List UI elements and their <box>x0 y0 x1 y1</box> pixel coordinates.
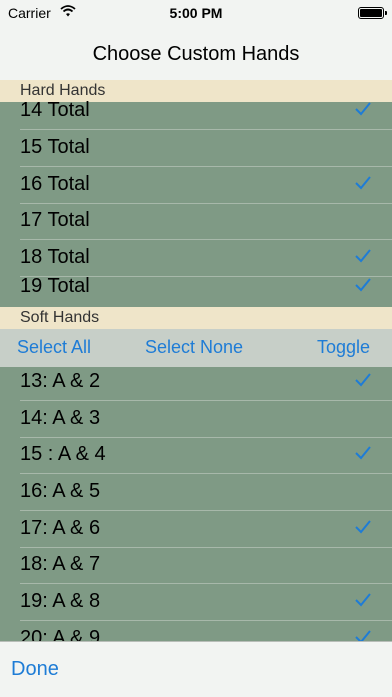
bottom-toolbar: Done <box>0 641 392 697</box>
select-none-button[interactable]: Select None <box>145 337 243 358</box>
row-separator <box>20 239 392 240</box>
hand-row-label: 17 Total <box>20 209 90 231</box>
checkmark-icon <box>355 176 371 190</box>
row-separator <box>20 400 392 401</box>
checkmark-icon <box>355 630 371 641</box>
section-header-label: Soft Hands <box>20 309 100 326</box>
hand-row-label: 18: A & 7 <box>20 553 101 575</box>
checkmark-icon <box>355 249 371 263</box>
checkmark-icon <box>355 520 371 534</box>
hand-row-16-total[interactable]: 16 Total <box>0 168 392 204</box>
row-separator <box>20 166 392 167</box>
hand-row-a-4[interactable]: 15 : A & 4 <box>0 438 392 474</box>
hand-row-label: 13: A & 2 <box>20 370 101 392</box>
status-time: 5:00 PM <box>169 5 223 21</box>
hand-row-label: 14 Total <box>20 99 90 121</box>
row-separator <box>20 129 392 130</box>
hand-row-a-7[interactable]: 18: A & 7 <box>0 548 392 584</box>
hand-row-a-8[interactable]: 19: A & 8 <box>0 585 392 621</box>
section-header-soft-hands: Soft Hands <box>0 307 392 329</box>
hand-row-19-total[interactable]: 19 Total <box>0 270 392 306</box>
hand-row-label: 16: A & 5 <box>20 480 101 502</box>
done-button[interactable]: Done <box>11 658 59 681</box>
select-all-button[interactable]: Select All <box>17 337 91 358</box>
checkmark-icon <box>355 593 371 607</box>
checkmark-icon <box>355 446 371 460</box>
checkmark-icon <box>355 373 371 387</box>
hand-row-label: 15 Total <box>20 136 90 158</box>
row-separator <box>20 620 392 621</box>
hand-row-14-total[interactable]: 14 Total <box>0 94 392 130</box>
hand-row-a-3[interactable]: 14: A & 3 <box>0 402 392 438</box>
hand-row-a-2[interactable]: 13: A & 2 <box>0 365 392 401</box>
hand-row-label: 16 Total <box>20 173 90 195</box>
row-separator <box>20 473 392 474</box>
page-title: Choose Custom Hands <box>92 42 300 65</box>
checkmark-icon <box>355 102 371 116</box>
hand-row-a-9[interactable]: 20: A & 9 <box>0 622 392 641</box>
row-separator <box>20 510 392 511</box>
hand-row-label: 18 Total <box>20 246 90 268</box>
hand-row-a-6[interactable]: 17: A & 6 <box>0 512 392 548</box>
battery-icon <box>358 7 387 19</box>
hand-row-label: 19 Total <box>20 275 90 297</box>
row-separator <box>20 583 392 584</box>
hand-row-17-total[interactable]: 17 Total <box>0 204 392 240</box>
toggle-button[interactable]: Toggle <box>317 337 370 358</box>
hand-row-label: 20: A & 9 <box>20 627 101 641</box>
hand-row-label: 17: A & 6 <box>20 517 101 539</box>
status-bar: Carrier 5:00 PM <box>0 0 392 28</box>
selection-action-bar: Select All Select None Toggle <box>0 329 392 367</box>
hand-row-a-5[interactable]: 16: A & 5 <box>0 475 392 511</box>
navigation-bar: Choose Custom Hands <box>0 28 392 81</box>
hand-row-label: 19: A & 8 <box>20 590 101 612</box>
checkmark-icon <box>355 278 371 292</box>
hand-row-15-total[interactable]: 15 Total <box>0 131 392 167</box>
hands-table[interactable]: Hard Hands 14 Total 15 Total 16 Total 17… <box>0 80 392 641</box>
hand-row-label: 14: A & 3 <box>20 407 101 429</box>
hand-row-label: 15 : A & 4 <box>20 443 106 465</box>
